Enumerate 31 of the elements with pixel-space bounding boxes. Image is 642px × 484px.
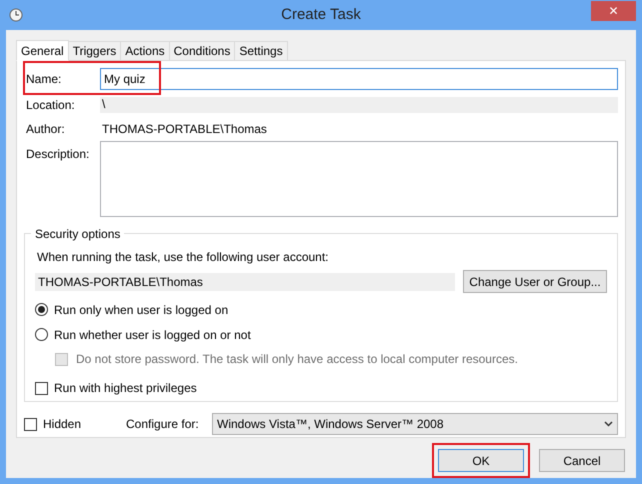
field-label: Location: [25, 97, 76, 114]
tab[interactable]: Settings [234, 41, 288, 60]
option-label: Do not store password. The task will only have access to local computer resources. [76, 351, 518, 368]
hidden-label: Hidden [43, 416, 82, 433]
dialog-button[interactable]: Cancel [539, 449, 625, 472]
chevron-down-icon [604, 421, 613, 427]
option-label: Run with highest privileges [54, 380, 197, 397]
configure-dropdown[interactable]: Windows Vista™, Windows Server™ 2008 [212, 413, 618, 435]
window-title: Create Task [281, 4, 361, 25]
checkbox[interactable] [24, 418, 37, 430]
author-value: THOMAS-PORTABLE\Thomas [101, 121, 267, 138]
radio-button[interactable] [35, 303, 48, 316]
description-field[interactable] [100, 141, 618, 217]
option-label: Run whether user is logged on or not [54, 326, 251, 344]
change-user-button[interactable]: Change User or Group... [463, 270, 607, 293]
tab[interactable]: Triggers [68, 41, 122, 60]
configure-label: Configure for: [126, 416, 200, 433]
checkbox[interactable] [35, 382, 48, 394]
dialog-button[interactable]: OK [438, 449, 524, 472]
field-label: Description: [25, 146, 90, 163]
name-field[interactable]: My quiz [100, 68, 618, 90]
option-label: Run only when user is logged on [54, 302, 228, 318]
close-button[interactable]: ✕ [591, 0, 636, 20]
location-field: \ [100, 97, 618, 113]
account-field: THOMAS-PORTABLE\Thomas [35, 272, 455, 290]
clock-icon [9, 8, 23, 22]
account-prompt: When running the task, use the following user account: [36, 249, 330, 266]
tab[interactable]: General [16, 40, 69, 61]
radio-button[interactable] [35, 328, 48, 341]
field-label: Author: [25, 121, 66, 138]
field-label: Name: [25, 71, 62, 88]
